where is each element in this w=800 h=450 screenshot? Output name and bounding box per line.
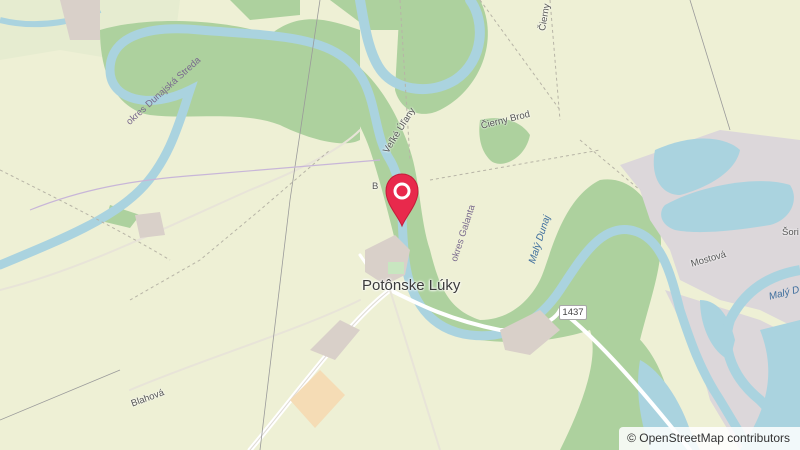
- map-attribution[interactable]: © OpenStreetMap contributors: [619, 427, 800, 450]
- map-pin-icon[interactable]: [384, 172, 420, 228]
- road-shield-1437: 1437: [559, 305, 587, 320]
- road-label-b-fragment: B: [372, 181, 379, 192]
- map-view[interactable]: Potônske Lúky okres Dunajská Streda okre…: [0, 0, 800, 450]
- place-label-potonske-luky[interactable]: Potônske Lúky: [362, 278, 460, 293]
- place-label-sori: Šori: [782, 227, 799, 238]
